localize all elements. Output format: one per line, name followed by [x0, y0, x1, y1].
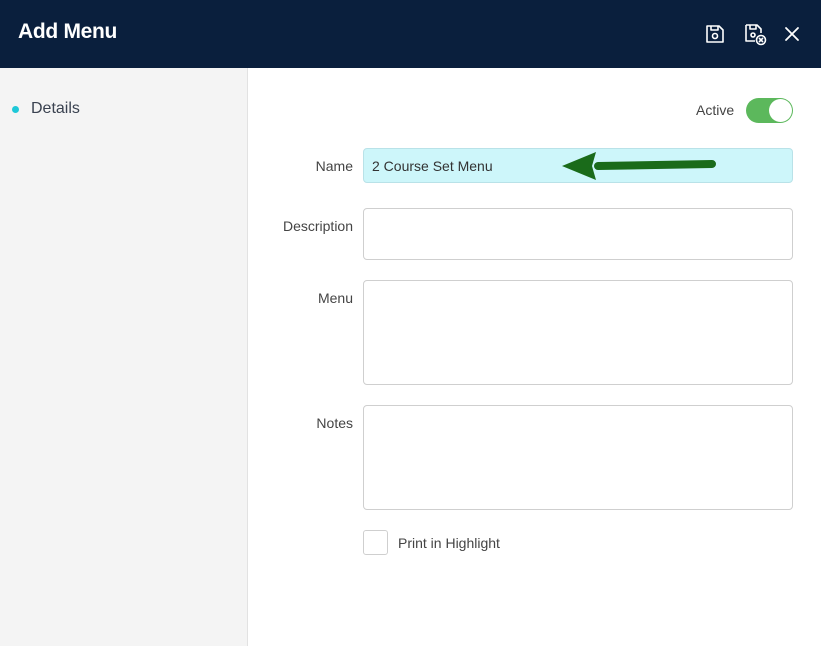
close-icon: [785, 27, 799, 41]
menu-label: Menu: [317, 290, 353, 306]
description-label: Description: [282, 218, 353, 234]
print-in-highlight-label: Print in Highlight: [398, 535, 500, 551]
toggle-knob: [769, 99, 792, 122]
notes-label: Notes: [316, 415, 353, 431]
active-dot-icon: [12, 105, 19, 113]
save-and-close-button[interactable]: [743, 22, 767, 46]
sidebar-item-details[interactable]: Details: [12, 99, 80, 119]
page-title: Add Menu: [18, 20, 118, 43]
sidebar-item-label: Details: [31, 100, 80, 117]
name-label: Name: [315, 158, 353, 174]
close-button[interactable]: [780, 22, 804, 46]
active-label: Active: [696, 102, 735, 118]
menu-input[interactable]: [363, 280, 793, 385]
description-input[interactable]: [363, 208, 793, 260]
print-in-highlight-checkbox[interactable]: [363, 530, 388, 555]
save-button[interactable]: [703, 22, 727, 46]
form-area: Active Name Description Menu Notes Print…: [248, 68, 821, 646]
save-close-icon: [745, 24, 767, 46]
sidebar: Details: [0, 68, 248, 646]
arrow-annotation-icon: [562, 152, 716, 180]
header-bar: Add Menu: [0, 0, 821, 68]
notes-input[interactable]: [363, 405, 793, 510]
save-icon: [706, 25, 724, 43]
active-toggle[interactable]: [746, 98, 793, 123]
